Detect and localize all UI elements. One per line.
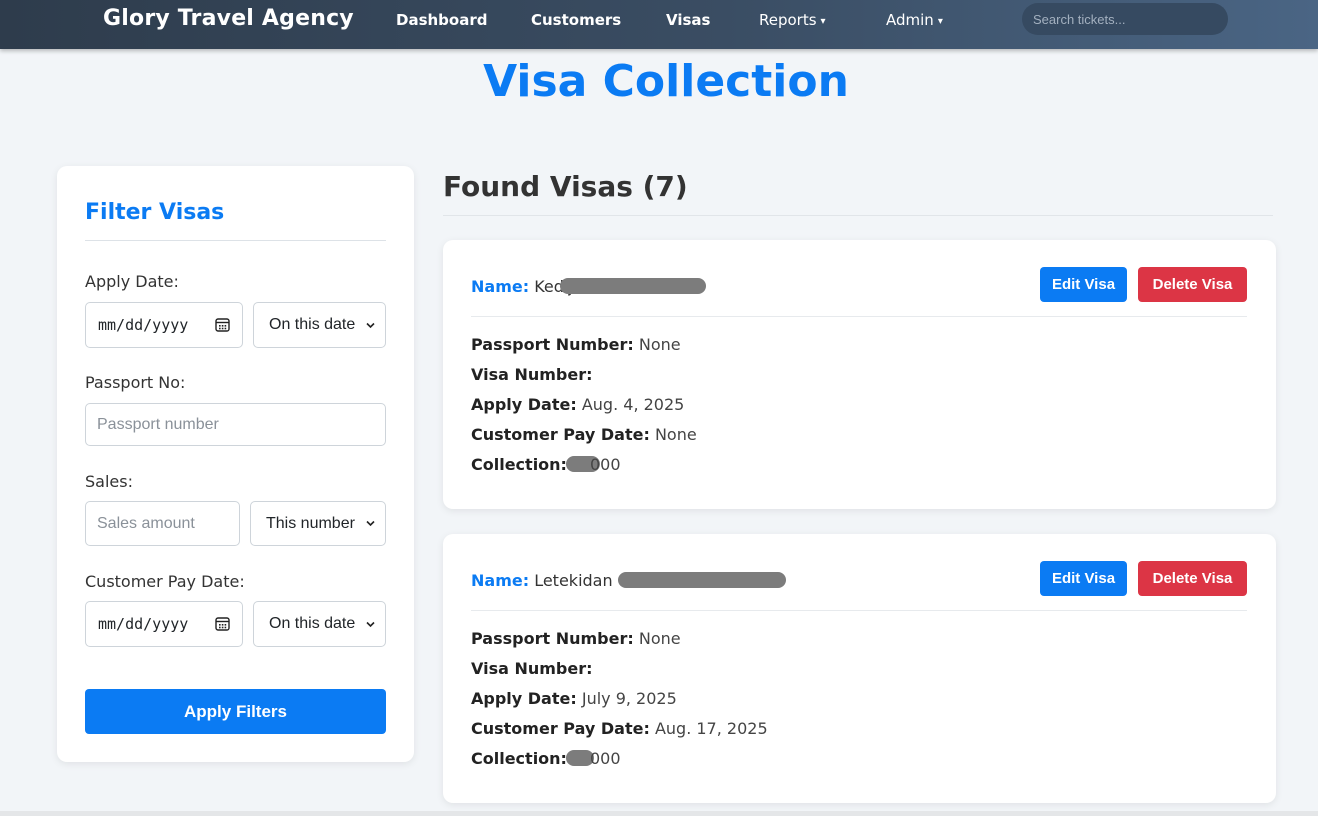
field-value: None [638,629,681,648]
apply-date-input[interactable]: mm/dd/yyyy [85,302,243,348]
field-value: 000 [589,455,621,474]
nav-admin-dropdown[interactable]: Admin ▾ [886,11,943,29]
field-label: Visa Number: [471,365,593,384]
customer-pay-date-field: Customer Pay Date: None [471,425,697,444]
field-value: 000 [589,749,621,768]
edit-visa-button[interactable]: Edit Visa [1040,267,1127,302]
filter-title: Filter Visas [85,200,225,225]
calendar-icon[interactable] [215,317,230,332]
page-title: Visa Collection [483,56,849,107]
field-value: None [638,335,681,354]
field-label: Collection: [471,455,567,474]
customer-pay-date-label: Customer Pay Date: [85,572,245,591]
nav-dashboard-label: Dashboard [396,11,488,29]
sales-mode-value: This number [266,514,355,532]
nav-admin-label: Admin [886,11,934,29]
chevron-down-icon [366,520,375,527]
nav-visas-label: Visas [666,11,711,29]
passport-label: Passport No: [85,373,186,392]
divider [443,215,1273,216]
brand-logo-text[interactable]: Glory Travel Agency [103,6,354,31]
name-label: Name: [471,277,530,296]
chevron-down-icon [366,322,375,329]
apply-date-mode-select[interactable]: On this date [253,302,386,348]
sales-placeholder: Sales amount [97,514,195,532]
field-label: Customer Pay Date: [471,425,650,444]
apply-date-label: Apply Date: [85,272,179,291]
apply-date-field: Apply Date: Aug. 4, 2025 [471,395,684,414]
chevron-down-icon: ▾ [937,16,943,27]
calendar-icon[interactable] [215,616,230,631]
field-value: Aug. 17, 2025 [654,719,768,738]
visa-number-field: Visa Number: [471,365,593,384]
redacted-blur [617,572,786,588]
filter-panel: Filter Visas Apply Date: mm/dd/yyyy On t… [57,166,414,762]
field-label: Collection: [471,749,567,768]
edit-visa-button[interactable]: Edit Visa [1040,561,1127,596]
visa-name-row: Name: Kedija [471,277,706,296]
field-value: July 9, 2025 [581,689,677,708]
apply-date-mode-value: On this date [269,316,356,333]
apply-filters-button[interactable]: Apply Filters [85,689,386,734]
field-value: None [654,425,697,444]
redacted-blur [559,278,706,294]
nav-dashboard[interactable]: Dashboard [396,11,487,29]
visa-number-field: Visa Number: [471,659,593,678]
field-label: Passport Number: [471,629,634,648]
delete-visa-button[interactable]: Delete Visa [1138,561,1247,596]
visa-card: Name: Letekidan Edit Visa Delete Visa Pa… [443,534,1276,803]
delete-visa-button[interactable]: Delete Visa [1138,267,1247,302]
sales-mode-select[interactable]: This number [250,501,386,546]
field-label: Passport Number: [471,335,634,354]
apply-date-placeholder: mm/dd/yyyy [98,316,189,334]
name-label: Name: [471,571,530,590]
passport-number-input[interactable]: Passport number [85,403,386,446]
sales-label: Sales: [85,472,133,491]
field-label: Visa Number: [471,659,593,678]
top-navbar: Glory Travel Agency Dashboard Customers … [0,0,1318,49]
field-label: Apply Date: [471,395,577,414]
visa-name-value: Letekidan [534,571,613,590]
passport-placeholder: Passport number [97,415,219,433]
divider [85,240,386,241]
horizontal-scrollbar[interactable] [0,811,1318,816]
chevron-down-icon: ▾ [820,16,826,27]
collection-field: Collection: 000 [471,455,621,474]
customer-pay-date-placeholder: mm/dd/yyyy [98,615,189,633]
customer-pay-date-mode-select[interactable]: On this date [253,601,386,647]
results-heading: Found Visas (7) [443,170,688,203]
nav-reports-label: Reports [759,11,817,29]
passport-number-field: Passport Number: None [471,335,681,354]
nav-customers[interactable]: Customers [531,11,621,29]
chevron-down-icon [366,621,375,628]
nav-customers-label: Customers [531,11,622,29]
search-tickets-input[interactable] [1022,3,1228,35]
sales-amount-input[interactable]: Sales amount [85,501,240,546]
customer-pay-date-field: Customer Pay Date: Aug. 17, 2025 [471,719,768,738]
collection-field: Collection: 000 [471,749,621,768]
customer-pay-date-mode-value: On this date [269,615,356,632]
nav-reports-dropdown[interactable]: Reports ▾ [759,11,826,29]
passport-number-field: Passport Number: None [471,629,681,648]
customer-pay-date-input[interactable]: mm/dd/yyyy [85,601,243,647]
visa-card: Name: Kedija Edit Visa Delete Visa Passp… [443,240,1276,509]
field-label: Apply Date: [471,689,577,708]
apply-date-field: Apply Date: July 9, 2025 [471,689,677,708]
divider [471,316,1247,317]
field-label: Customer Pay Date: [471,719,650,738]
divider [471,610,1247,611]
field-value: Aug. 4, 2025 [581,395,685,414]
nav-visas[interactable]: Visas [666,11,710,29]
visa-name-row: Name: Letekidan [471,571,786,590]
